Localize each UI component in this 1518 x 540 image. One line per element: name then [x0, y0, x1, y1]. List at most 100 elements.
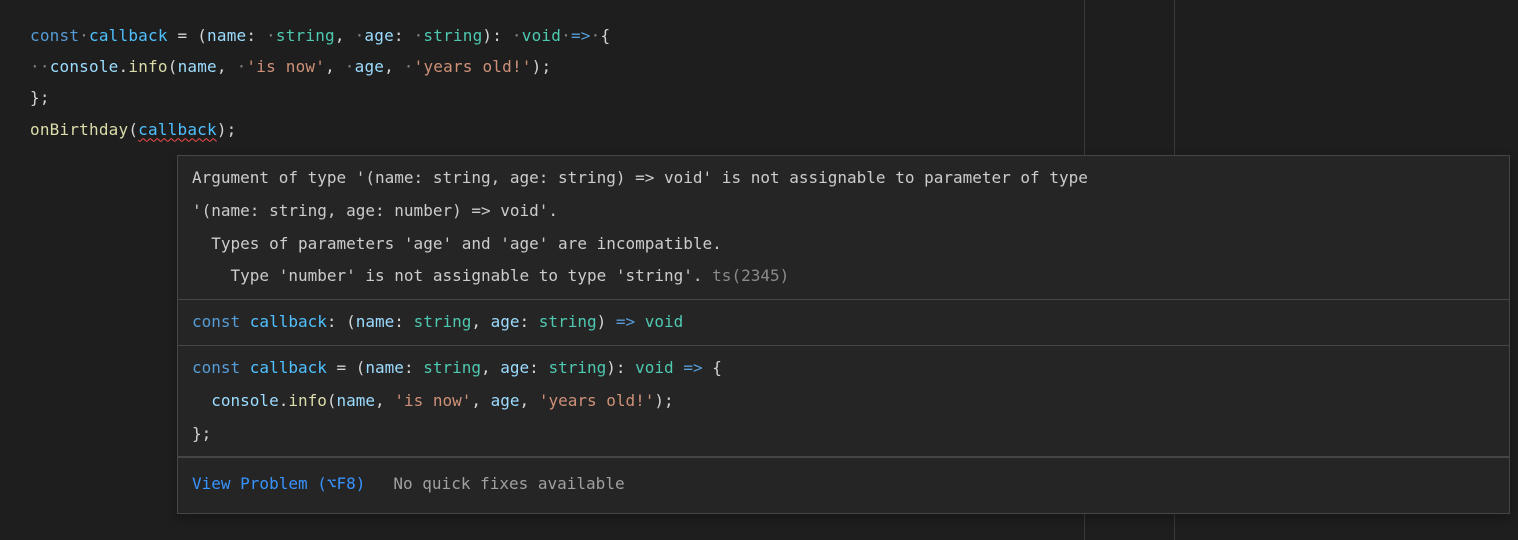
def-brace: {: [712, 358, 722, 377]
type-string: string: [423, 26, 482, 45]
whitespace-dot: ·: [266, 26, 276, 45]
def-console: console: [211, 391, 278, 410]
error-code: ts(2345): [712, 266, 789, 285]
code-line-2[interactable]: ··console.info(name, ·'is now', ·age, ·'…: [30, 51, 1518, 82]
def-lparen: (: [356, 358, 366, 377]
def-dot: .: [279, 391, 289, 410]
colon: :: [246, 26, 266, 45]
identifier-console: console: [50, 57, 119, 76]
whitespace-dot: ·: [561, 26, 571, 45]
sig-param-name: name: [356, 312, 395, 331]
sig-const: const: [192, 312, 250, 331]
identifier-callback: callback: [89, 26, 168, 45]
paren-close-semicolon: );: [217, 120, 237, 139]
sig-type-string: string: [414, 312, 472, 331]
param-name: name: [207, 26, 246, 45]
error-line-2: '(name: string, age: number) => void'.: [192, 201, 558, 220]
sig-colon3: :: [520, 312, 539, 331]
def-rparen2: );: [654, 391, 673, 410]
whitespace-dot: ·: [40, 57, 50, 76]
sig-lparen: (: [346, 312, 356, 331]
def-comma2c: ,: [520, 391, 539, 410]
whitespace-dot: ·: [404, 57, 414, 76]
def-s2: 'years old!': [539, 391, 655, 410]
string-years-old: 'years old!': [414, 57, 532, 76]
def-lparen2: (: [327, 391, 337, 410]
hover-footer: View Problem (⌥F8) No quick fixes availa…: [178, 457, 1509, 513]
sig-void: void: [645, 312, 684, 331]
def-indent: [192, 391, 211, 410]
sig-colon2: :: [394, 312, 413, 331]
hover-definition: const callback = (name: string, age: str…: [178, 346, 1509, 457]
def-p2: age: [500, 358, 529, 377]
code-line-3[interactable]: };: [30, 82, 1518, 113]
comma: ,: [325, 57, 345, 76]
error-line-1: Argument of type '(name: string, age: st…: [192, 168, 1088, 187]
def-p1: name: [365, 358, 404, 377]
hover-signature: const callback: (name: string, age: stri…: [178, 300, 1509, 346]
sig-colon: :: [327, 312, 346, 331]
param-age: age: [364, 26, 394, 45]
colon: :: [394, 26, 414, 45]
code-line-4[interactable]: onBirthday(callback);: [30, 114, 1518, 145]
method-info: info: [128, 57, 167, 76]
whitespace-dot: ·: [30, 57, 40, 76]
whitespace-dot: ·: [79, 26, 89, 45]
type-void: void: [522, 26, 561, 45]
type-string: string: [276, 26, 335, 45]
def-colon2: :: [529, 358, 548, 377]
arg-name: name: [178, 57, 217, 76]
whitespace-dot: ·: [355, 26, 365, 45]
sig-name: callback: [250, 312, 327, 331]
brace-open: {: [600, 26, 610, 45]
whitespace-dot: ·: [237, 57, 247, 76]
def-comma1: ,: [481, 358, 500, 377]
def-eq: =: [327, 358, 356, 377]
def-t1: string: [423, 358, 481, 377]
sig-param-age: age: [491, 312, 520, 331]
def-a1: name: [337, 391, 376, 410]
hover-error-message: Argument of type '(name: string, age: st…: [178, 156, 1509, 300]
whitespace-dot: ·: [414, 26, 424, 45]
whitespace-dot: ·: [512, 26, 522, 45]
keyword-const: const: [30, 26, 79, 45]
comma: ,: [335, 26, 355, 45]
sig-arrow: =>: [616, 312, 635, 331]
def-var: callback: [250, 358, 327, 377]
def-comma2b: ,: [471, 391, 490, 410]
sig-comma: ,: [471, 312, 490, 331]
whitespace-dot: ·: [591, 26, 601, 45]
dot: .: [119, 57, 129, 76]
def-a2: age: [491, 391, 520, 410]
paren-close-semicolon: );: [532, 57, 552, 76]
error-line-4: Type 'number' is not assignable to type …: [192, 266, 712, 285]
code-editor[interactable]: const·callback = (name: ·string, ·age: ·…: [0, 0, 1518, 145]
paren-open: (: [197, 26, 207, 45]
sig-type-string2: string: [539, 312, 597, 331]
code-line-1[interactable]: const·callback = (name: ·string, ·age: ·…: [30, 20, 1518, 51]
def-const: const: [192, 358, 250, 377]
def-colon1: :: [404, 358, 423, 377]
op-equals: =: [168, 26, 198, 45]
whitespace-dot: ·: [345, 57, 355, 76]
paren-open: (: [128, 120, 138, 139]
sig-space: [635, 312, 645, 331]
def-info: info: [288, 391, 327, 410]
def-ret: void: [635, 358, 674, 377]
error-callback-arg[interactable]: callback: [138, 120, 217, 139]
comma: ,: [384, 57, 404, 76]
arg-age: age: [355, 57, 385, 76]
def-close: };: [192, 424, 211, 443]
sig-rparen: ): [597, 312, 616, 331]
hover-tooltip[interactable]: Argument of type '(name: string, age: st…: [177, 155, 1510, 514]
def-rparen-colon: ):: [606, 358, 635, 377]
def-sp: [674, 358, 684, 377]
view-problem-link[interactable]: View Problem (⌥F8): [192, 468, 365, 501]
def-t2: string: [548, 358, 606, 377]
def-arrow: =>: [683, 358, 702, 377]
comma: ,: [217, 57, 237, 76]
no-quick-fixes-label: No quick fixes available: [393, 468, 624, 501]
error-line-3: Types of parameters 'age' and 'age' are …: [192, 234, 722, 253]
fn-onbirthday: onBirthday: [30, 120, 128, 139]
paren-open: (: [168, 57, 178, 76]
